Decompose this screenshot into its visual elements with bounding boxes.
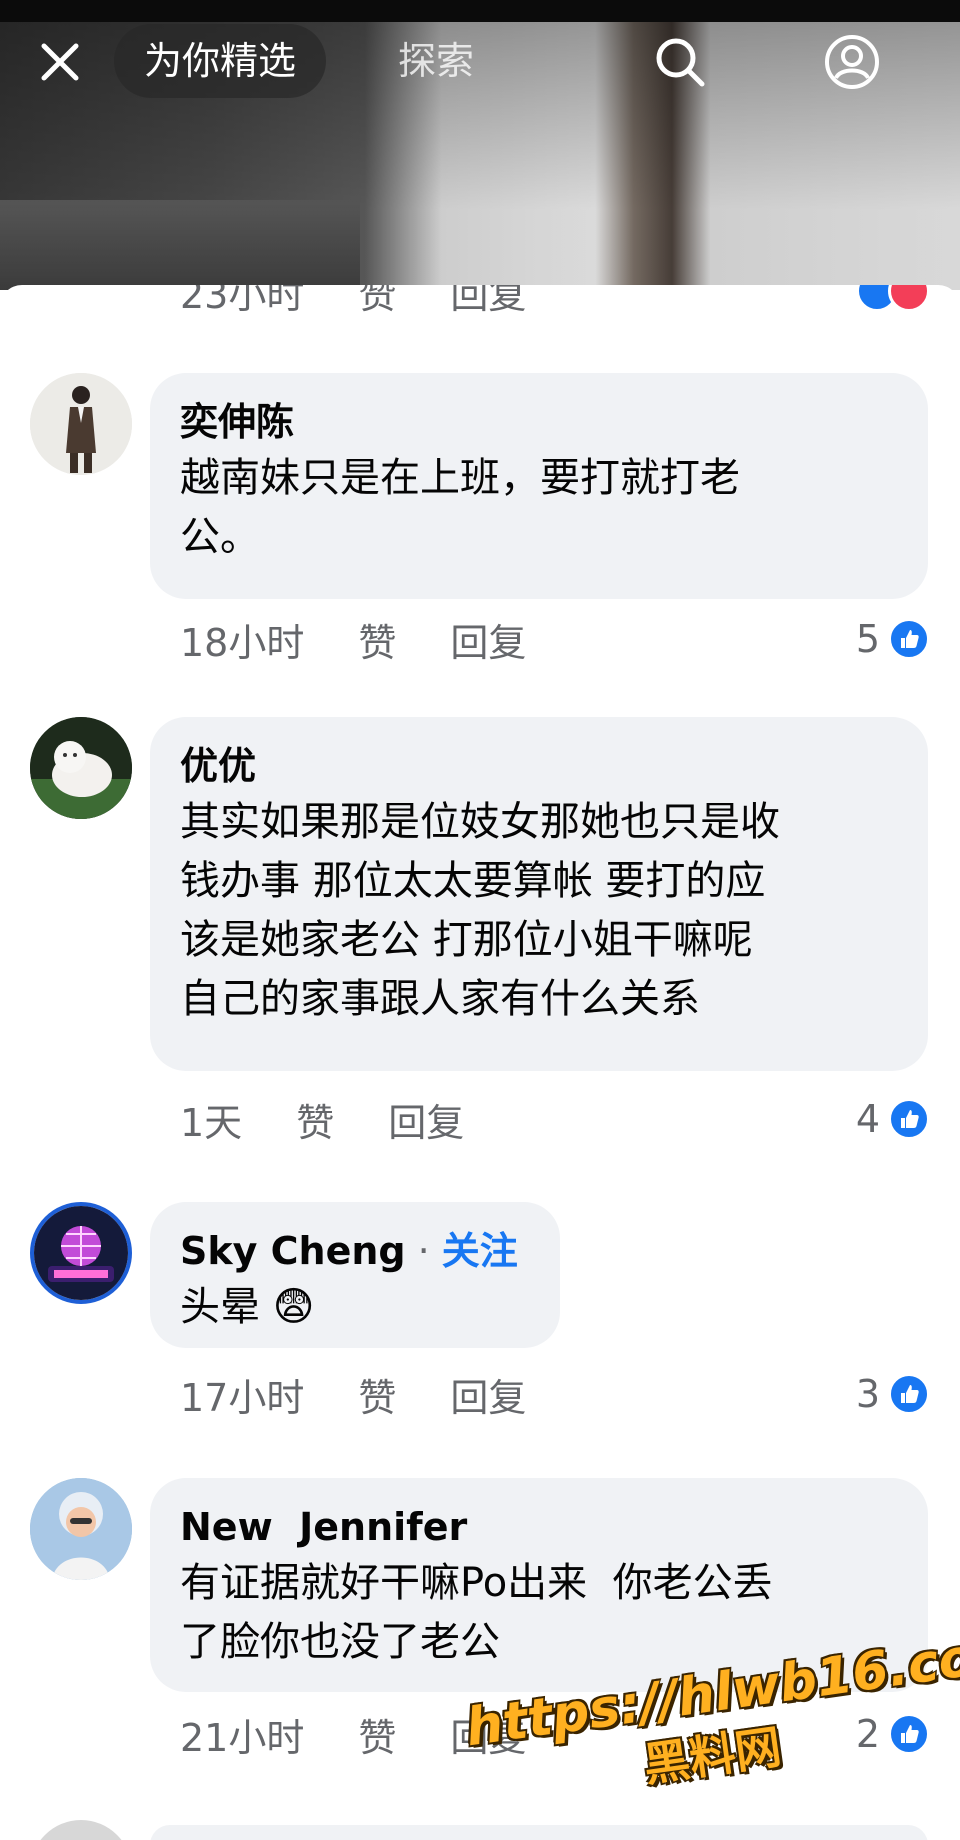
profile-button[interactable]	[820, 30, 884, 94]
follow-button[interactable]: 关注	[442, 1224, 518, 1278]
commenter-name[interactable]: 优优	[180, 739, 896, 793]
like-link[interactable]: 赞	[358, 1367, 396, 1422]
avatar[interactable]	[30, 1478, 132, 1580]
comment-text-line: 该是她家老公 打那位小姐干嘛呢	[180, 917, 753, 963]
comment-bubble: Sky Cheng · 关注 头晕 😨	[150, 1202, 560, 1348]
like-reaction-icon	[888, 618, 930, 660]
comment-meta-previous: 23小时 赞 回复	[180, 285, 580, 317]
comment-bubble: 奕伸陈 越南妹只是在上班，要打就打老 公。	[150, 373, 928, 599]
search-button[interactable]	[648, 30, 712, 94]
love-reaction-icon	[888, 285, 930, 312]
comments-sheet[interactable]: 23小时 赞 回复 奕伸陈 越南妹只是在上班，要打就打老 公。 18小时 赞 回…	[0, 285, 960, 1840]
comment-text-row: 头晕 😨	[180, 1278, 528, 1337]
avatar-image	[34, 1206, 128, 1300]
commenter-name-row: Sky Cheng · 关注	[180, 1224, 528, 1278]
avatar[interactable]	[30, 1820, 132, 1840]
like-reaction-icon	[888, 1373, 930, 1415]
comment-bubble: 优优 其实如果那是位妓女那她也只是收 钱办事 那位太太要算帐 要打的应 该是她家…	[150, 717, 928, 1071]
comment-text-line: 有证据就好干嘛Po出来 你老公丢	[180, 1560, 773, 1606]
like-reaction-icon	[888, 1098, 930, 1140]
comment-bubble	[150, 1825, 928, 1840]
avatar-image	[30, 1478, 132, 1580]
profile-icon	[825, 35, 879, 89]
top-nav: 为你精选 探索	[0, 22, 960, 108]
like-link[interactable]: 赞	[358, 1707, 396, 1762]
reply-link[interactable]: 回复	[388, 1092, 464, 1147]
like-link[interactable]: 赞	[358, 612, 396, 667]
reply-link[interactable]: 回复	[450, 612, 526, 667]
search-icon	[656, 38, 705, 87]
comment-text-line: 钱办事 那位太太要算帐 要打的应	[180, 858, 766, 904]
avatar-image	[30, 717, 132, 819]
comment-time: 21小时	[180, 1715, 305, 1760]
comment-time: 17小时	[180, 1375, 305, 1420]
name-separator: ·	[417, 1229, 430, 1273]
reaction-summary[interactable]: 5	[856, 613, 930, 665]
reply-link[interactable]: 回复	[450, 285, 526, 319]
comment-meta: 1天 赞 回复	[180, 1093, 518, 1145]
fearful-face-emoji: 😨	[272, 1284, 315, 1330]
reaction-summary-previous[interactable]	[848, 285, 930, 317]
reaction-summary[interactable]: 3	[856, 1368, 930, 1420]
comment-time: 1天	[180, 1100, 243, 1145]
avatar[interactable]	[30, 717, 132, 819]
comment-meta: 17小时 赞 回复	[180, 1368, 580, 1420]
comment-meta: 18小时 赞 回复	[180, 613, 580, 665]
commenter-name[interactable]: Sky Cheng	[180, 1224, 406, 1278]
tab-for-you[interactable]: 为你精选	[114, 24, 327, 98]
like-link[interactable]: 赞	[296, 1092, 334, 1147]
close-button[interactable]	[30, 32, 90, 92]
comment-text-line: 头晕	[180, 1284, 260, 1330]
comment-text-line: 越南妹只是在上班，要打就打老	[180, 455, 740, 501]
tab-explore[interactable]: 探索	[398, 24, 474, 98]
avatar[interactable]	[30, 373, 132, 475]
reply-link[interactable]: 回复	[450, 1367, 526, 1422]
comment-time: 23小时	[180, 285, 305, 317]
comment-time: 18小时	[180, 620, 305, 665]
commenter-name[interactable]: 奕伸陈	[180, 395, 896, 449]
reaction-count: 4	[855, 1097, 880, 1141]
status-bar	[0, 0, 960, 22]
commenter-name[interactable]: New Jennifer	[180, 1500, 896, 1554]
comment-text-line: 其实如果那是位妓女那她也只是收	[180, 799, 780, 845]
comment-text-line: 自己的家事跟人家有什么关系	[180, 976, 700, 1022]
reaction-count: 3	[855, 1372, 880, 1416]
comment-text-line: 公。	[180, 514, 260, 560]
avatar[interactable]	[30, 1202, 132, 1304]
close-icon	[41, 43, 79, 81]
reaction-summary[interactable]: 4	[856, 1093, 930, 1145]
avatar-image	[30, 373, 132, 475]
like-link[interactable]: 赞	[358, 285, 396, 319]
reaction-count: 5	[855, 617, 880, 661]
